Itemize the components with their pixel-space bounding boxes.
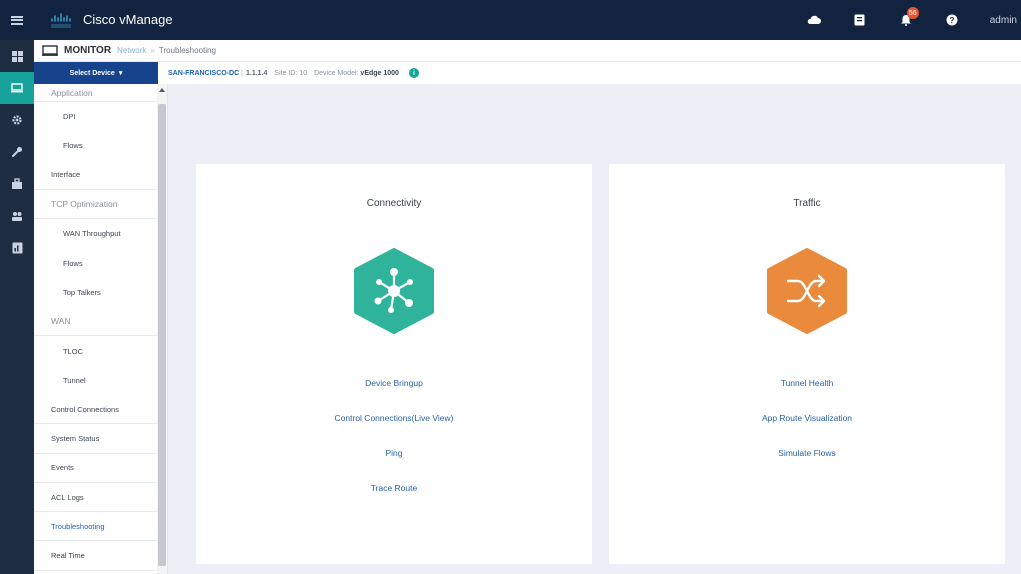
traffic-links: Tunnel Health App Route Visualization Simu… bbox=[609, 378, 1005, 483]
traffic-link[interactable]: Tunnel Health bbox=[609, 378, 1005, 413]
side-menu-item[interactable]: WAN Throughput bbox=[34, 219, 158, 248]
network-hub-icon bbox=[354, 248, 434, 334]
top-bar: Cisco vManage 56 ? admin bbox=[0, 0, 1021, 40]
side-menu-item[interactable]: Troubleshooting bbox=[34, 512, 158, 542]
connectivity-link[interactable]: Device Bringup bbox=[196, 378, 592, 413]
cloud-icon[interactable] bbox=[806, 12, 822, 28]
configuration-gear-icon[interactable] bbox=[0, 104, 34, 136]
side-menu-item[interactable]: Tunnel bbox=[34, 366, 158, 395]
device-model-value: vEdge 1000 bbox=[360, 69, 399, 77]
breadcrumb-current: Troubleshooting bbox=[158, 46, 216, 55]
traffic-title: Traffic bbox=[793, 198, 821, 209]
side-menu-item[interactable]: Top Talkers bbox=[34, 278, 158, 307]
nav-rail bbox=[0, 40, 34, 574]
side-menu-item[interactable]: ACL Logs bbox=[34, 483, 158, 513]
side-menu-item[interactable]: DPI bbox=[34, 102, 158, 131]
cisco-logo-icon bbox=[51, 13, 71, 28]
shuffle-arrows-icon bbox=[767, 248, 847, 334]
connectivity-link[interactable]: Trace Route bbox=[196, 483, 592, 518]
administration-users-icon[interactable] bbox=[0, 200, 34, 232]
device-hostname: SAN-FRANCISCO-DC bbox=[168, 69, 240, 77]
monitor-side-menu: Application DPI Flows Interface TCP Optimiza… bbox=[34, 84, 168, 574]
side-menu-item[interactable]: TCP Optimization bbox=[34, 190, 158, 220]
side-menu-item[interactable]: Real Time bbox=[34, 541, 158, 571]
breadcrumb-network-link[interactable]: Network bbox=[117, 46, 146, 55]
scrollbar-thumb[interactable] bbox=[158, 104, 166, 566]
traffic-card: Traffic Tunnel Health App Route Visualiza… bbox=[609, 164, 1005, 564]
connectivity-link[interactable]: Ping bbox=[196, 448, 592, 483]
breadcrumb-section: MONITOR bbox=[64, 45, 112, 56]
connectivity-card: Connectivity Device Bringup Control Conn… bbox=[196, 164, 592, 564]
connectivity-link[interactable]: Control Connections(Live View) bbox=[196, 413, 592, 448]
side-menu-item[interactable]: Events bbox=[34, 454, 158, 483]
monitor-screen-icon bbox=[42, 45, 58, 56]
side-menu-item[interactable]: System Status bbox=[34, 424, 158, 454]
scroll-up-arrow-icon[interactable] bbox=[159, 88, 165, 92]
menu-icon[interactable] bbox=[0, 0, 34, 40]
info-icon[interactable]: i bbox=[408, 68, 419, 78]
chevron-down-icon: ▾ bbox=[118, 70, 123, 77]
select-device-dropdown[interactable]: Select Device ▾ bbox=[34, 62, 158, 84]
alarm-bell-icon[interactable]: 56 bbox=[898, 7, 919, 28]
task-list-icon[interactable] bbox=[852, 12, 868, 28]
side-menu-item[interactable]: TLOC bbox=[34, 336, 158, 365]
svg-text:?: ? bbox=[949, 16, 954, 25]
select-device-label: Select Device bbox=[69, 69, 115, 77]
device-info-bar: Select Device ▾ SAN-FRANCISCO-DC | 1.1.1… bbox=[34, 62, 1021, 84]
maintenance-icon[interactable] bbox=[0, 168, 34, 200]
alarm-count-badge: 56 bbox=[906, 7, 919, 19]
help-icon[interactable]: ? bbox=[944, 12, 960, 28]
traffic-link[interactable]: App Route Visualization bbox=[609, 413, 1005, 448]
breadcrumb: MONITOR Network » Troubleshooting bbox=[34, 40, 1021, 62]
dashboard-icon[interactable] bbox=[0, 40, 34, 72]
side-menu-item[interactable]: Flows bbox=[34, 248, 158, 277]
connectivity-links: Device Bringup Control Connections(Live V… bbox=[196, 378, 592, 518]
device-separator: | bbox=[241, 69, 243, 77]
side-menu-scrollbar[interactable] bbox=[157, 84, 167, 574]
device-system-ip: 1.1.1.4 bbox=[246, 69, 268, 77]
connectivity-title: Connectivity bbox=[366, 198, 422, 209]
side-menu-item[interactable]: Control Connections bbox=[34, 395, 158, 425]
side-menu-item[interactable]: Application bbox=[34, 84, 158, 102]
app-title: Cisco vManage bbox=[83, 12, 173, 27]
traffic-link[interactable]: Simulate Flows bbox=[609, 448, 1005, 483]
vanalytics-icon[interactable] bbox=[0, 232, 34, 264]
side-menu-item[interactable]: Interface bbox=[34, 161, 158, 190]
troubleshooting-dashboard: Connectivity Device Bringup Control Conn… bbox=[168, 84, 1021, 574]
breadcrumb-separator: » bbox=[150, 46, 155, 55]
device-model-label: Device Model: bbox=[314, 69, 359, 77]
side-menu-item[interactable]: WAN bbox=[34, 307, 158, 337]
tools-wrench-icon[interactable] bbox=[0, 136, 34, 168]
monitor-icon[interactable] bbox=[0, 72, 34, 104]
device-site-id: Site ID: 10 bbox=[274, 69, 308, 77]
side-menu-item[interactable]: Flows bbox=[34, 131, 158, 160]
device-model: Device Model: vEdge 1000 bbox=[314, 70, 399, 77]
user-menu[interactable]: admin bbox=[990, 15, 1017, 26]
